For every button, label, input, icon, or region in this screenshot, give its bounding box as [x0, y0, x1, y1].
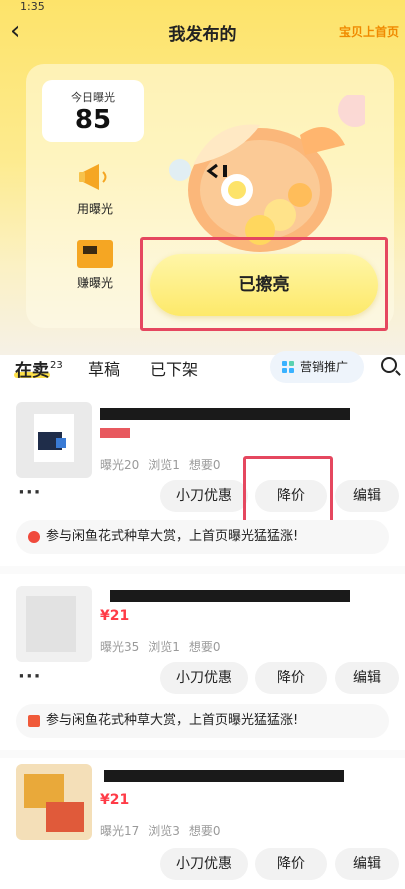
bargain-button[interactable]: 小刀优惠 [160, 848, 248, 880]
header: ‹ 我发布的 宝贝上首页 [0, 14, 405, 50]
item-title-redacted [104, 770, 344, 782]
item-stats: 曝光35 浏览1 想要0 [100, 638, 230, 655]
marketing-button[interactable]: 营销推广 [270, 351, 364, 383]
item-price-redacted [100, 428, 130, 438]
stat-views: 浏览1 [148, 640, 180, 654]
tab-selling-count: 23 [50, 360, 63, 371]
tab-selling-label: 在卖 [15, 361, 49, 381]
bargain-button[interactable]: 小刀优惠 [160, 662, 248, 694]
earn-exposure-button[interactable]: 赚曝光 [60, 240, 130, 291]
promo-banner[interactable]: 参与闲鱼花式种草大赏，上首页曝光猛猛涨! [16, 520, 389, 554]
flame-icon [28, 531, 40, 543]
tab-drafts[interactable]: 草稿 [88, 356, 120, 380]
stat-exposure: 曝光17 [100, 824, 140, 838]
tab-removed[interactable]: 已下架 [150, 356, 198, 380]
edit-button[interactable]: 编辑 [335, 480, 399, 512]
item-title-redacted [100, 408, 350, 420]
item-title-redacted [110, 590, 350, 602]
promo-banner-text: 参与闲鱼花式种草大赏，上首页曝光猛猛涨! [46, 529, 299, 544]
status-time: 1:35 [20, 0, 45, 13]
more-button[interactable]: ··· [18, 666, 42, 687]
stat-exposure: 曝光20 [100, 458, 140, 472]
promo-banner-text: 参与闲鱼花式种草大赏，上首页曝光猛猛涨! [46, 713, 299, 728]
shine-highlight: 已擦亮 [140, 237, 388, 331]
shine-button[interactable]: 已擦亮 [150, 254, 378, 316]
marketing-label: 营销推广 [300, 360, 349, 374]
stat-views: 浏览1 [148, 458, 180, 472]
use-exposure-button[interactable]: 用曝光 [60, 160, 130, 217]
stat-wants: 想要0 [188, 824, 221, 838]
item-thumbnail[interactable] [16, 402, 92, 478]
status-bar: 1:35 [0, 0, 405, 13]
bargain-button[interactable]: 小刀优惠 [160, 480, 248, 512]
use-exposure-label: 用曝光 [76, 202, 113, 216]
tab-bar: 在卖23 草稿 已下架 营销推广 [0, 348, 405, 388]
earn-exposure-label: 赚曝光 [76, 276, 113, 290]
stat-exposure: 曝光35 [100, 640, 140, 654]
system-nav-bar [0, 879, 405, 889]
exposure-value: 85 [74, 105, 112, 135]
search-icon[interactable] [381, 357, 397, 373]
item-thumbnail[interactable] [16, 764, 92, 840]
promo-banner[interactable]: 参与闲鱼花式种草大赏，上首页曝光猛猛涨! [16, 704, 389, 738]
divider [0, 566, 405, 574]
box-icon [77, 240, 113, 268]
reduce-price-button[interactable]: 降价 [255, 848, 327, 880]
stat-wants: 想要0 [188, 458, 221, 472]
stat-wants: 想要0 [188, 640, 221, 654]
item-thumbnail[interactable] [16, 586, 92, 662]
reduce-price-highlight [243, 456, 333, 528]
item-stats: 曝光17 浏览3 想要0 [100, 822, 230, 839]
tab-selling[interactable]: 在卖23 [15, 356, 63, 381]
divider [0, 750, 405, 758]
grid-icon [282, 361, 294, 373]
stat-views: 浏览3 [148, 824, 180, 838]
promo-link[interactable]: 宝贝上首页 [339, 23, 399, 40]
edit-button[interactable]: 编辑 [335, 848, 399, 880]
more-button[interactable]: ··· [18, 482, 42, 503]
gift-icon [28, 715, 40, 727]
megaphone-icon [75, 160, 115, 196]
exposure-label: 今日曝光 [71, 91, 115, 104]
edit-button[interactable]: 编辑 [335, 662, 399, 694]
item-price: ¥21 [100, 608, 130, 624]
item-price: ¥21 [100, 792, 130, 808]
exposure-card: 今日曝光 85 [42, 80, 144, 142]
item-stats: 曝光20 浏览1 想要0 [100, 456, 230, 473]
reduce-price-button[interactable]: 降价 [255, 662, 327, 694]
